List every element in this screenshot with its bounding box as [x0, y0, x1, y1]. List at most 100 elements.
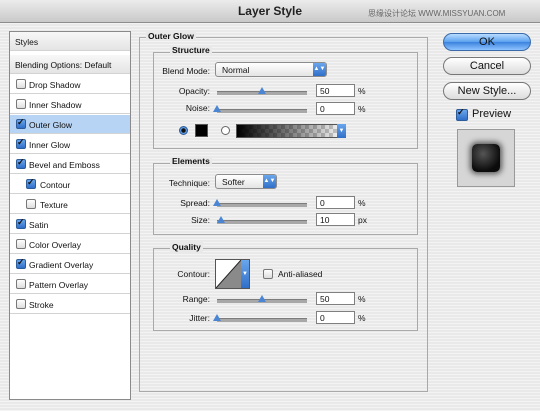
- range-label: Range:: [182, 294, 210, 304]
- sidebar-item[interactable]: Gradient Overlay: [10, 255, 130, 274]
- opacity-slider-thumb[interactable]: [258, 87, 266, 94]
- contour-label: Contour:: [177, 269, 210, 279]
- noise-input[interactable]: 0: [316, 102, 355, 115]
- sidebar-item-label: Inner Shadow: [29, 100, 82, 110]
- jitter-slider-track[interactable]: [217, 318, 307, 322]
- jitter-label: Jitter:: [189, 313, 210, 323]
- spread-slider-thumb[interactable]: [213, 199, 221, 206]
- sidebar-item-label: Bevel and Emboss: [29, 160, 100, 170]
- sidebar-item-label: Satin: [29, 220, 49, 230]
- ok-button[interactable]: OK: [443, 33, 531, 51]
- gradient-picker[interactable]: ▼: [236, 124, 346, 138]
- technique-value: Softer: [222, 177, 245, 187]
- new-style-button[interactable]: New Style...: [443, 82, 531, 100]
- blend-mode-label: Blend Mode:: [162, 66, 210, 76]
- watermark-text: 思缘设计论坛 WWW.MISSYUAN.COM: [368, 9, 506, 18]
- preview-swatch: [472, 144, 500, 172]
- jitter-percent: %: [358, 313, 366, 323]
- sidebar-item[interactable]: Blending Options: Default: [10, 55, 130, 74]
- structure-title: Structure: [170, 45, 212, 55]
- color-mode-radio[interactable]: [179, 126, 188, 135]
- sidebar-item-label: Outer Glow: [29, 120, 72, 130]
- sidebar-item-checkbox[interactable]: [16, 257, 26, 269]
- sidebar-item[interactable]: Stroke: [10, 295, 130, 314]
- sidebar-item-label: Styles: [15, 37, 39, 47]
- sidebar-item[interactable]: Styles: [10, 32, 130, 51]
- sidebar-item-label: Stroke: [29, 300, 54, 310]
- antialiased-label: Anti-aliased: [278, 269, 323, 279]
- sidebar-item[interactable]: Drop Shadow: [10, 75, 130, 94]
- sidebar-item-checkbox[interactable]: [16, 157, 26, 169]
- jitter-slider-thumb[interactable]: [213, 314, 221, 321]
- range-input[interactable]: 50: [316, 292, 355, 305]
- blend-mode-value: Normal: [222, 65, 250, 75]
- size-input[interactable]: 10: [316, 213, 355, 226]
- sidebar-item-checkbox[interactable]: [16, 279, 26, 289]
- antialiased-checkbox[interactable]: [263, 269, 273, 279]
- noise-label: Noise:: [185, 103, 210, 113]
- sidebar-item-label: Gradient Overlay: [29, 260, 94, 270]
- updown-arrows-icon: ▲▼: [263, 175, 276, 188]
- spread-label: Spread:: [180, 198, 210, 208]
- sidebar-item-checkbox[interactable]: [16, 117, 26, 129]
- sidebar-item-checkbox[interactable]: [16, 239, 26, 249]
- sidebar-item-label: Contour: [40, 180, 71, 190]
- updown-arrows-icon: ▲▼: [313, 63, 326, 76]
- technique-label: Technique:: [168, 178, 210, 188]
- sidebar-item-label: Color Overlay: [29, 240, 81, 250]
- noise-slider-track[interactable]: [217, 109, 307, 113]
- jitter-input[interactable]: 0: [316, 311, 355, 324]
- gradient-dropdown-icon[interactable]: ▼: [337, 124, 346, 138]
- spread-slider-track[interactable]: [217, 203, 307, 207]
- sidebar-item[interactable]: Pattern Overlay: [10, 275, 130, 294]
- sidebar-item-label: Blending Options: Default: [15, 60, 112, 70]
- sidebar-item[interactable]: Inner Shadow: [10, 95, 130, 114]
- technique-select[interactable]: Softer ▲▼: [215, 174, 277, 189]
- sidebar-item-label: Inner Glow: [29, 140, 71, 150]
- contour-picker[interactable]: ▼: [215, 259, 250, 289]
- sidebar-item-checkbox[interactable]: [16, 79, 26, 89]
- sidebar-item[interactable]: Contour: [10, 175, 130, 194]
- outer-glow-title: Outer Glow: [146, 31, 196, 41]
- spread-input[interactable]: 0: [316, 196, 355, 209]
- sidebar-item-label: Texture: [40, 200, 68, 210]
- sidebar-item-checkbox[interactable]: [16, 99, 26, 109]
- opacity-label: Opacity:: [178, 86, 210, 96]
- sidebar-item[interactable]: Texture: [10, 195, 130, 214]
- sidebar-item-checkbox[interactable]: [16, 217, 26, 229]
- sidebar-item-label: Pattern Overlay: [29, 280, 89, 290]
- spread-percent: %: [358, 198, 366, 208]
- gradient-mode-radio[interactable]: [221, 126, 230, 135]
- opacity-percent: %: [358, 86, 366, 96]
- noise-percent: %: [358, 104, 366, 114]
- sidebar-item-label: Drop Shadow: [29, 80, 81, 90]
- size-unit: px: [358, 215, 367, 225]
- styles-list: Styles Blending Options: Default Drop Shad…: [9, 31, 131, 400]
- range-percent: %: [358, 294, 366, 304]
- sidebar-item[interactable]: Outer Glow: [10, 115, 130, 134]
- quality-title: Quality: [170, 242, 203, 252]
- elements-title: Elements: [170, 156, 212, 166]
- opacity-input[interactable]: 50: [316, 84, 355, 97]
- sidebar-item-checkbox[interactable]: [16, 299, 26, 309]
- sidebar-item[interactable]: Satin: [10, 215, 130, 234]
- size-slider-thumb[interactable]: [216, 216, 225, 223]
- noise-slider-thumb[interactable]: [213, 105, 221, 112]
- sidebar-item-checkbox[interactable]: [16, 137, 26, 149]
- blend-mode-select[interactable]: Normal ▲▼: [215, 62, 327, 77]
- preview-checkbox[interactable]: [456, 107, 468, 121]
- range-slider-thumb[interactable]: [258, 295, 266, 302]
- cancel-button[interactable]: Cancel: [443, 57, 531, 75]
- sidebar-item[interactable]: Bevel and Emboss: [10, 155, 130, 174]
- contour-dropdown-icon[interactable]: ▼: [241, 260, 249, 288]
- preview-label: Preview: [472, 108, 512, 120]
- sidebar-item[interactable]: Inner Glow: [10, 135, 130, 154]
- sidebar-item[interactable]: Color Overlay: [10, 235, 130, 254]
- size-slider-track[interactable]: [217, 220, 307, 224]
- size-label: Size:: [191, 215, 210, 225]
- preview-thumbnail: [457, 129, 515, 187]
- contour-curve-icon: [216, 260, 241, 288]
- sidebar-item-checkbox[interactable]: [26, 199, 36, 209]
- sidebar-item-checkbox[interactable]: [26, 177, 36, 189]
- glow-color-swatch[interactable]: [195, 124, 208, 137]
